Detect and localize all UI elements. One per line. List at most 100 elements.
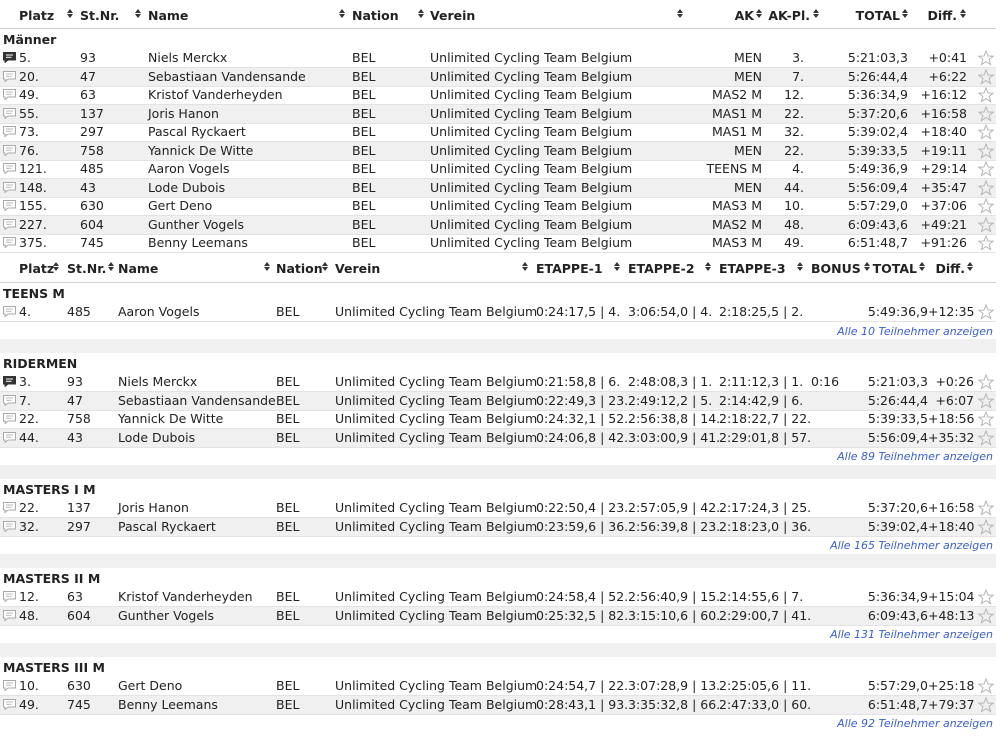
- comment-icon[interactable]: [3, 502, 16, 513]
- comment-icon[interactable]: [3, 163, 16, 174]
- table-row[interactable]: 44. 43 Lode Dubois BEL Unlimited Cycling Tea…: [0, 428, 996, 448]
- column-header-nation[interactable]: Nation: [276, 259, 323, 279]
- table-row[interactable]: 73. 297 Pascal Ryckaert BEL Unlimited Cyclin…: [0, 123, 996, 142]
- favorite-star-icon[interactable]: [977, 142, 995, 159]
- column-header-diff[interactable]: Diff.: [910, 6, 957, 26]
- comment-icon[interactable]: [3, 413, 16, 424]
- table-row[interactable]: 155. 630 Gert Deno BEL Unlimited Cycling Tea…: [0, 197, 996, 216]
- show-all-participants-link[interactable]: Alle 10 Teilnehmer anzeigen: [837, 324, 993, 340]
- column-header-bonus[interactable]: BONUS: [811, 259, 861, 279]
- bib-number: 93: [67, 374, 83, 389]
- table-row[interactable]: 7. 47 Sebastiaan Vandensande BEL Unlimited C…: [0, 391, 996, 411]
- column-header-platz[interactable]: Platz: [19, 6, 54, 26]
- comment-icon[interactable]: [3, 237, 16, 248]
- comment-icon[interactable]: [3, 394, 16, 406]
- total-time: 5:21:03,3: [847, 50, 908, 65]
- favorite-star-icon[interactable]: [977, 105, 995, 122]
- favorite-star-icon[interactable]: [977, 429, 995, 446]
- table-row[interactable]: 55. 137 Joris Hanon BEL Unlimited Cycling Te…: [0, 104, 996, 124]
- comment-icon[interactable]: [3, 520, 16, 532]
- favorite-star-icon[interactable]: [977, 160, 995, 177]
- favorite-star-icon[interactable]: [977, 216, 995, 233]
- column-header-name[interactable]: Name: [118, 259, 158, 279]
- favorite-star-icon[interactable]: [977, 392, 995, 409]
- table-row[interactable]: 4. 485 Aaron Vogels BEL Unlimited Cycling Te…: [0, 303, 996, 322]
- favorite-star-icon[interactable]: [977, 499, 995, 516]
- favorite-star-icon[interactable]: [977, 588, 995, 605]
- table-row[interactable]: 76. 758 Yannick De Witte BEL Unlimited Cycli…: [0, 141, 996, 161]
- favorite-star-icon[interactable]: [977, 373, 995, 390]
- comment-icon[interactable]: [3, 107, 16, 119]
- column-header-e3[interactable]: ETAPPE-3: [719, 259, 786, 279]
- stage-2-result: 2:49:12,2 | 5.: [628, 392, 713, 408]
- comment-icon[interactable]: [3, 680, 16, 691]
- show-all-participants-link[interactable]: Alle 92 Teilnehmer anzeigen: [837, 716, 993, 732]
- column-header-e2[interactable]: ETAPPE-2: [628, 259, 695, 279]
- rank: 22.: [19, 411, 39, 426]
- column-header-platz[interactable]: Platz: [19, 259, 54, 279]
- table-row[interactable]: 10. 630 Gert Deno BEL Unlimited Cycling Team…: [0, 677, 996, 696]
- rider-name: Niels Merckx: [148, 50, 228, 65]
- favorite-star-icon[interactable]: [977, 197, 995, 214]
- table-row[interactable]: 148. 43 Lode Dubois BEL Unlimited Cycling Te…: [0, 178, 996, 198]
- comment-icon[interactable]: [3, 52, 16, 63]
- favorite-star-icon[interactable]: [977, 234, 995, 251]
- show-all-participants-link[interactable]: Alle 165 Teilnehmer anzeigen: [830, 538, 993, 554]
- table-row[interactable]: 20. 47 Sebastiaan Vandensande BEL Unlimited …: [0, 67, 996, 87]
- rank: 227.: [19, 216, 47, 232]
- show-all-participants-link[interactable]: Alle 131 Teilnehmer anzeigen: [830, 627, 993, 643]
- comment-icon[interactable]: [3, 376, 16, 387]
- favorite-star-icon[interactable]: [977, 68, 995, 85]
- comment-icon[interactable]: [3, 306, 16, 317]
- comment-icon[interactable]: [3, 89, 16, 100]
- show-all-participants-link[interactable]: Alle 89 Teilnehmer anzeigen: [837, 449, 993, 465]
- comment-icon[interactable]: [3, 181, 16, 193]
- comment-icon[interactable]: [3, 126, 16, 137]
- favorite-star-icon[interactable]: [977, 179, 995, 196]
- favorite-star-icon[interactable]: [977, 410, 995, 427]
- favorite-star-icon[interactable]: [977, 86, 995, 103]
- table-row[interactable]: 227. 604 Gunther Vogels BEL Unlimited Cyclin…: [0, 215, 996, 235]
- table-row[interactable]: 32. 297 Pascal Ryckaert BEL Unlimited Cyclin…: [0, 517, 996, 537]
- comment-icon[interactable]: [3, 218, 16, 230]
- favorite-star-icon[interactable]: [977, 696, 995, 713]
- table-row[interactable]: 49. 63 Kristof Vanderheyden BEL Unlimited Cy…: [0, 86, 996, 105]
- table-row[interactable]: 3. 93 Niels Merckx BEL Unlimited Cycling Tea…: [0, 373, 996, 392]
- table-row[interactable]: 22. 758 Yannick De Witte BEL Unlimited Cycli…: [0, 410, 996, 429]
- table-row[interactable]: 48. 604 Gunther Vogels BEL Unlimited Cycling…: [0, 606, 996, 626]
- comment-icon[interactable]: [3, 431, 16, 443]
- table-row[interactable]: 12. 63 Kristof Vanderheyden BEL Unlimited Cy…: [0, 588, 996, 607]
- column-header-verein[interactable]: Verein: [430, 6, 475, 26]
- column-header-stnr[interactable]: St.Nr.: [80, 6, 119, 26]
- column-header-akpl[interactable]: AK-Pl.: [764, 6, 810, 26]
- column-header-e1[interactable]: ETAPPE-1: [536, 259, 603, 279]
- column-header-total[interactable]: TOTAL: [857, 259, 917, 279]
- comment-icon[interactable]: [3, 200, 16, 211]
- table-row[interactable]: 49. 745 Benny Leemans BEL Unlimited Cycling …: [0, 695, 996, 715]
- comment-icon[interactable]: [3, 591, 16, 602]
- favorite-star-icon[interactable]: [977, 303, 995, 320]
- column-header-stnr[interactable]: St.Nr.: [67, 259, 106, 279]
- stage-1-result: 0:21:58,8 | 6.: [536, 374, 621, 389]
- column-header-ak[interactable]: AK: [700, 6, 754, 26]
- table-row[interactable]: 22. 137 Joris Hanon BEL Unlimited Cycling Te…: [0, 499, 996, 518]
- comment-icon[interactable]: [3, 609, 16, 621]
- table-row[interactable]: 5. 93 Niels Merckx BEL Unlimited Cycling Tea…: [0, 49, 996, 68]
- favorite-star-icon[interactable]: [977, 123, 995, 140]
- favorite-star-icon[interactable]: [977, 49, 995, 66]
- comment-icon[interactable]: [3, 698, 16, 710]
- column-header-total[interactable]: TOTAL: [840, 6, 900, 26]
- favorite-star-icon[interactable]: [977, 607, 995, 624]
- column-header-diff[interactable]: Diff.: [920, 259, 965, 279]
- column-header-name[interactable]: Name: [148, 6, 188, 26]
- table-row[interactable]: 121. 485 Aaron Vogels BEL Unlimited Cycling …: [0, 160, 996, 179]
- column-header-nation[interactable]: Nation: [352, 6, 399, 26]
- rider-name: Lode Dubois: [118, 429, 196, 445]
- column-header-verein[interactable]: Verein: [335, 259, 380, 279]
- group-label: Männer: [3, 32, 57, 47]
- favorite-star-icon[interactable]: [977, 518, 995, 535]
- favorite-star-icon[interactable]: [977, 677, 995, 694]
- comment-icon[interactable]: [3, 144, 16, 156]
- table-row[interactable]: 375. 745 Benny Leemans BEL Unlimited Cycling…: [0, 234, 996, 253]
- comment-icon[interactable]: [3, 70, 16, 82]
